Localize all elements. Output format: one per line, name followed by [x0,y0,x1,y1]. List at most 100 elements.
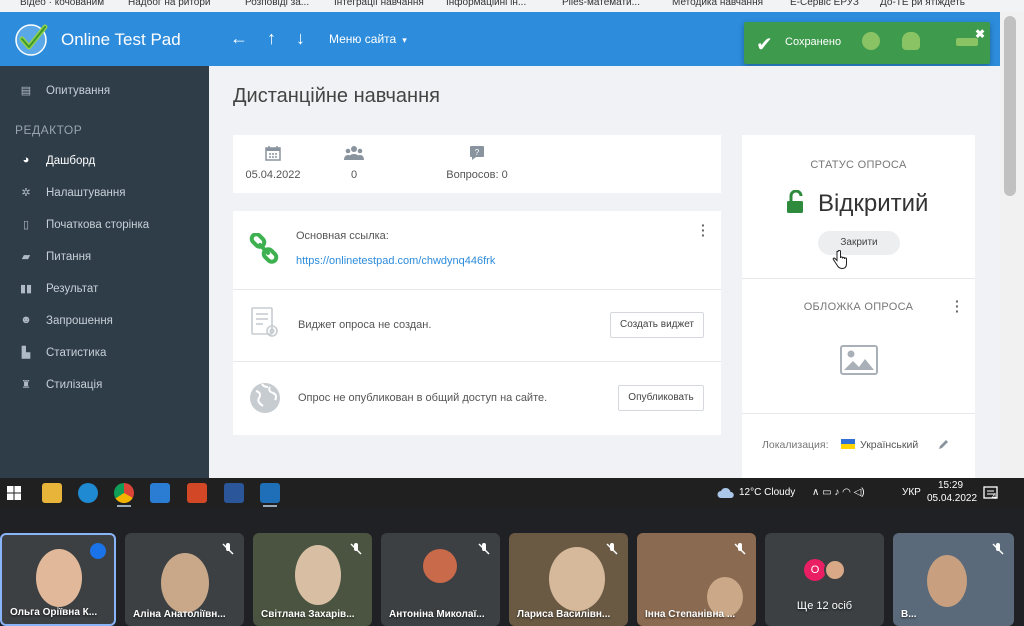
bookmark-item[interactable]: Інтеграції навчання [334,0,424,8]
move-up-icon[interactable]: ↑ [267,28,276,48]
main-link-url[interactable]: https://onlinetestpad.com/chwdynq446frk [296,255,495,267]
cover-heading: ОБЛОЖКА ОПРОСА [803,301,914,313]
windows-start-icon[interactable] [7,486,21,500]
locale-value[interactable]: Український [860,439,918,451]
bookmark-item[interactable]: Відео · кочованим [20,0,104,8]
more-options-icon[interactable]: · · · [955,294,960,318]
participant-tile[interactable]: Аліна Анатоліївн... [125,533,244,626]
sidebar-item-results[interactable]: ▮▮ Результат [0,274,209,304]
mic-muted-icon [606,543,618,555]
gear-icon: ✲ [21,187,31,199]
scrollbar-thumb[interactable] [1004,16,1016,196]
questions-icon: ▰ [21,251,31,263]
move-down-icon[interactable]: ↓ [296,28,305,48]
sidebar-item-label: Результат [46,283,99,295]
notification-center-icon[interactable] [983,485,999,501]
file-explorer-icon[interactable] [42,483,62,503]
chrome-icon[interactable] [114,483,134,503]
participant-tile[interactable]: Антоніна Миколаї... [381,533,500,626]
bookmark-item[interactable]: До-ТЕ ри ятіждеть [880,0,965,8]
row-divider [742,278,975,279]
weather-text[interactable]: 12°C Cloudy [739,487,795,498]
stat-date: 05.04.2022 [245,145,301,181]
logo-icon[interactable] [12,19,52,59]
question-bubble-icon: ? [439,145,515,163]
app-title[interactable]: Online Test Pad [61,30,181,50]
image-placeholder-icon[interactable] [840,345,878,375]
participant-avatar: O [804,559,826,581]
language-indicator[interactable]: УКР [902,487,921,498]
globe-icon [250,383,280,413]
word-icon[interactable] [224,483,244,503]
sidebar-item-label: Стилізація [46,379,103,391]
bookmark-item[interactable]: Piles-математи... [562,0,640,8]
system-tray-icons[interactable]: ∧ ▭ ♪ ◠ ◁) [812,487,865,498]
participant-video [36,549,82,607]
status-card: СТАТУС ОПРОСА Відкритий Закрити ОБЛОЖКА … [742,135,975,478]
participant-tile[interactable]: В... [893,533,1014,626]
sidebar-item-dashboard[interactable]: ◕ Дашборд [0,146,209,176]
media-player-icon[interactable] [260,483,280,503]
toast-message: Сохранено [785,36,842,48]
edge-browser-icon[interactable] [78,483,98,503]
bookmark-item[interactable]: Інформаційні ін... [446,0,526,8]
sidebar-item-settings[interactable]: ✲ Налаштування [0,178,209,208]
more-options-icon[interactable]: · · · [701,218,706,242]
sidebar-item-survey[interactable]: ▤ Опитування [0,76,209,106]
site-menu-dropdown[interactable]: Меню сайта ▾ [329,32,407,46]
sidebar-item-statistics[interactable]: ▙ Статистика [0,338,209,368]
sidebar-item-questions[interactable]: ▰ Питання [0,242,209,272]
ukraine-flag-icon [841,439,855,449]
close-icon[interactable]: ✖ [975,27,985,41]
close-survey-button[interactable]: Закрити [818,231,900,255]
users-icon [339,145,369,163]
status-value: Відкритий [818,190,929,217]
video-call-strip: Ольга Оріївна К... Аліна Анатоліївн... С… [0,508,1024,626]
calendar-icon [245,145,301,163]
user-icon [902,32,920,50]
stat-date-value: 05.04.2022 [245,169,301,181]
sidebar-item-styling[interactable]: ♜ Стилізація [0,370,209,400]
bookmarks-bar: Відео · кочованим Надбог на ритори Розпо… [0,0,1024,12]
stats-card: 05.04.2022 0 ? Вопросов: 0 [233,135,721,193]
more-participants-tile[interactable]: O Ще 12 осіб [765,533,884,626]
bookmark-item[interactable]: E-Сервіс ЕРУЗ [790,0,859,8]
powerpoint-icon[interactable] [187,483,207,503]
main-content: Дистанційне навчання 05.04.2022 0 ? Вопр… [209,66,1000,478]
publish-button[interactable]: Опубликовать [618,385,704,411]
page-scrollbar[interactable] [1000,12,1024,478]
participant-tile[interactable]: Лариса Василівн... [509,533,628,626]
participant-tile[interactable]: Ольга Оріївна К... [0,533,116,626]
edit-pencil-icon[interactable] [938,438,950,450]
photos-icon[interactable] [150,483,170,503]
back-arrow-icon[interactable]: ← [230,28,248,48]
bell-icon [862,32,880,50]
mic-muted-icon [992,543,1004,555]
create-widget-button[interactable]: Создать виджет [610,312,704,338]
main-link-label: Основная ссылка: [296,230,389,242]
svg-text:?: ? [475,148,480,157]
participant-video [927,555,967,607]
bookmark-item[interactable]: Розповіді за... [245,0,309,8]
sidebar-item-label: Дашборд [46,155,96,167]
participant-avatar [824,559,846,581]
clock-date[interactable]: 05.04.2022 [927,493,977,504]
active-app-indicator [117,505,131,507]
status-heading: СТАТУС ОПРОСА [810,159,907,171]
speaking-indicator-icon [90,543,106,559]
widget-icon [251,307,278,337]
participant-video [161,553,209,613]
bookmark-item[interactable]: Надбог на ритори [128,0,211,8]
sidebar-item-start-page[interactable]: ▯ Початкова сторінка [0,210,209,240]
sidebar-item-invitations[interactable]: ☻ Запрошення [0,306,209,336]
bookmark-item[interactable]: Методика навчання [672,0,763,8]
participant-tile[interactable]: Інна Степанівна ... [637,533,756,626]
sidebar-item-label: Статистика [46,347,107,359]
participant-tile[interactable]: Світлана Захарів... [253,533,372,626]
mic-muted-icon [478,543,490,555]
links-card: Основная ссылка: https://onlinetestpad.c… [233,211,721,435]
participant-avatar [423,549,457,583]
sidebar-section-label: РЕДАКТОР [15,123,83,137]
survey-icon: ▤ [20,85,32,97]
clock-time[interactable]: 15:29 [938,480,963,491]
